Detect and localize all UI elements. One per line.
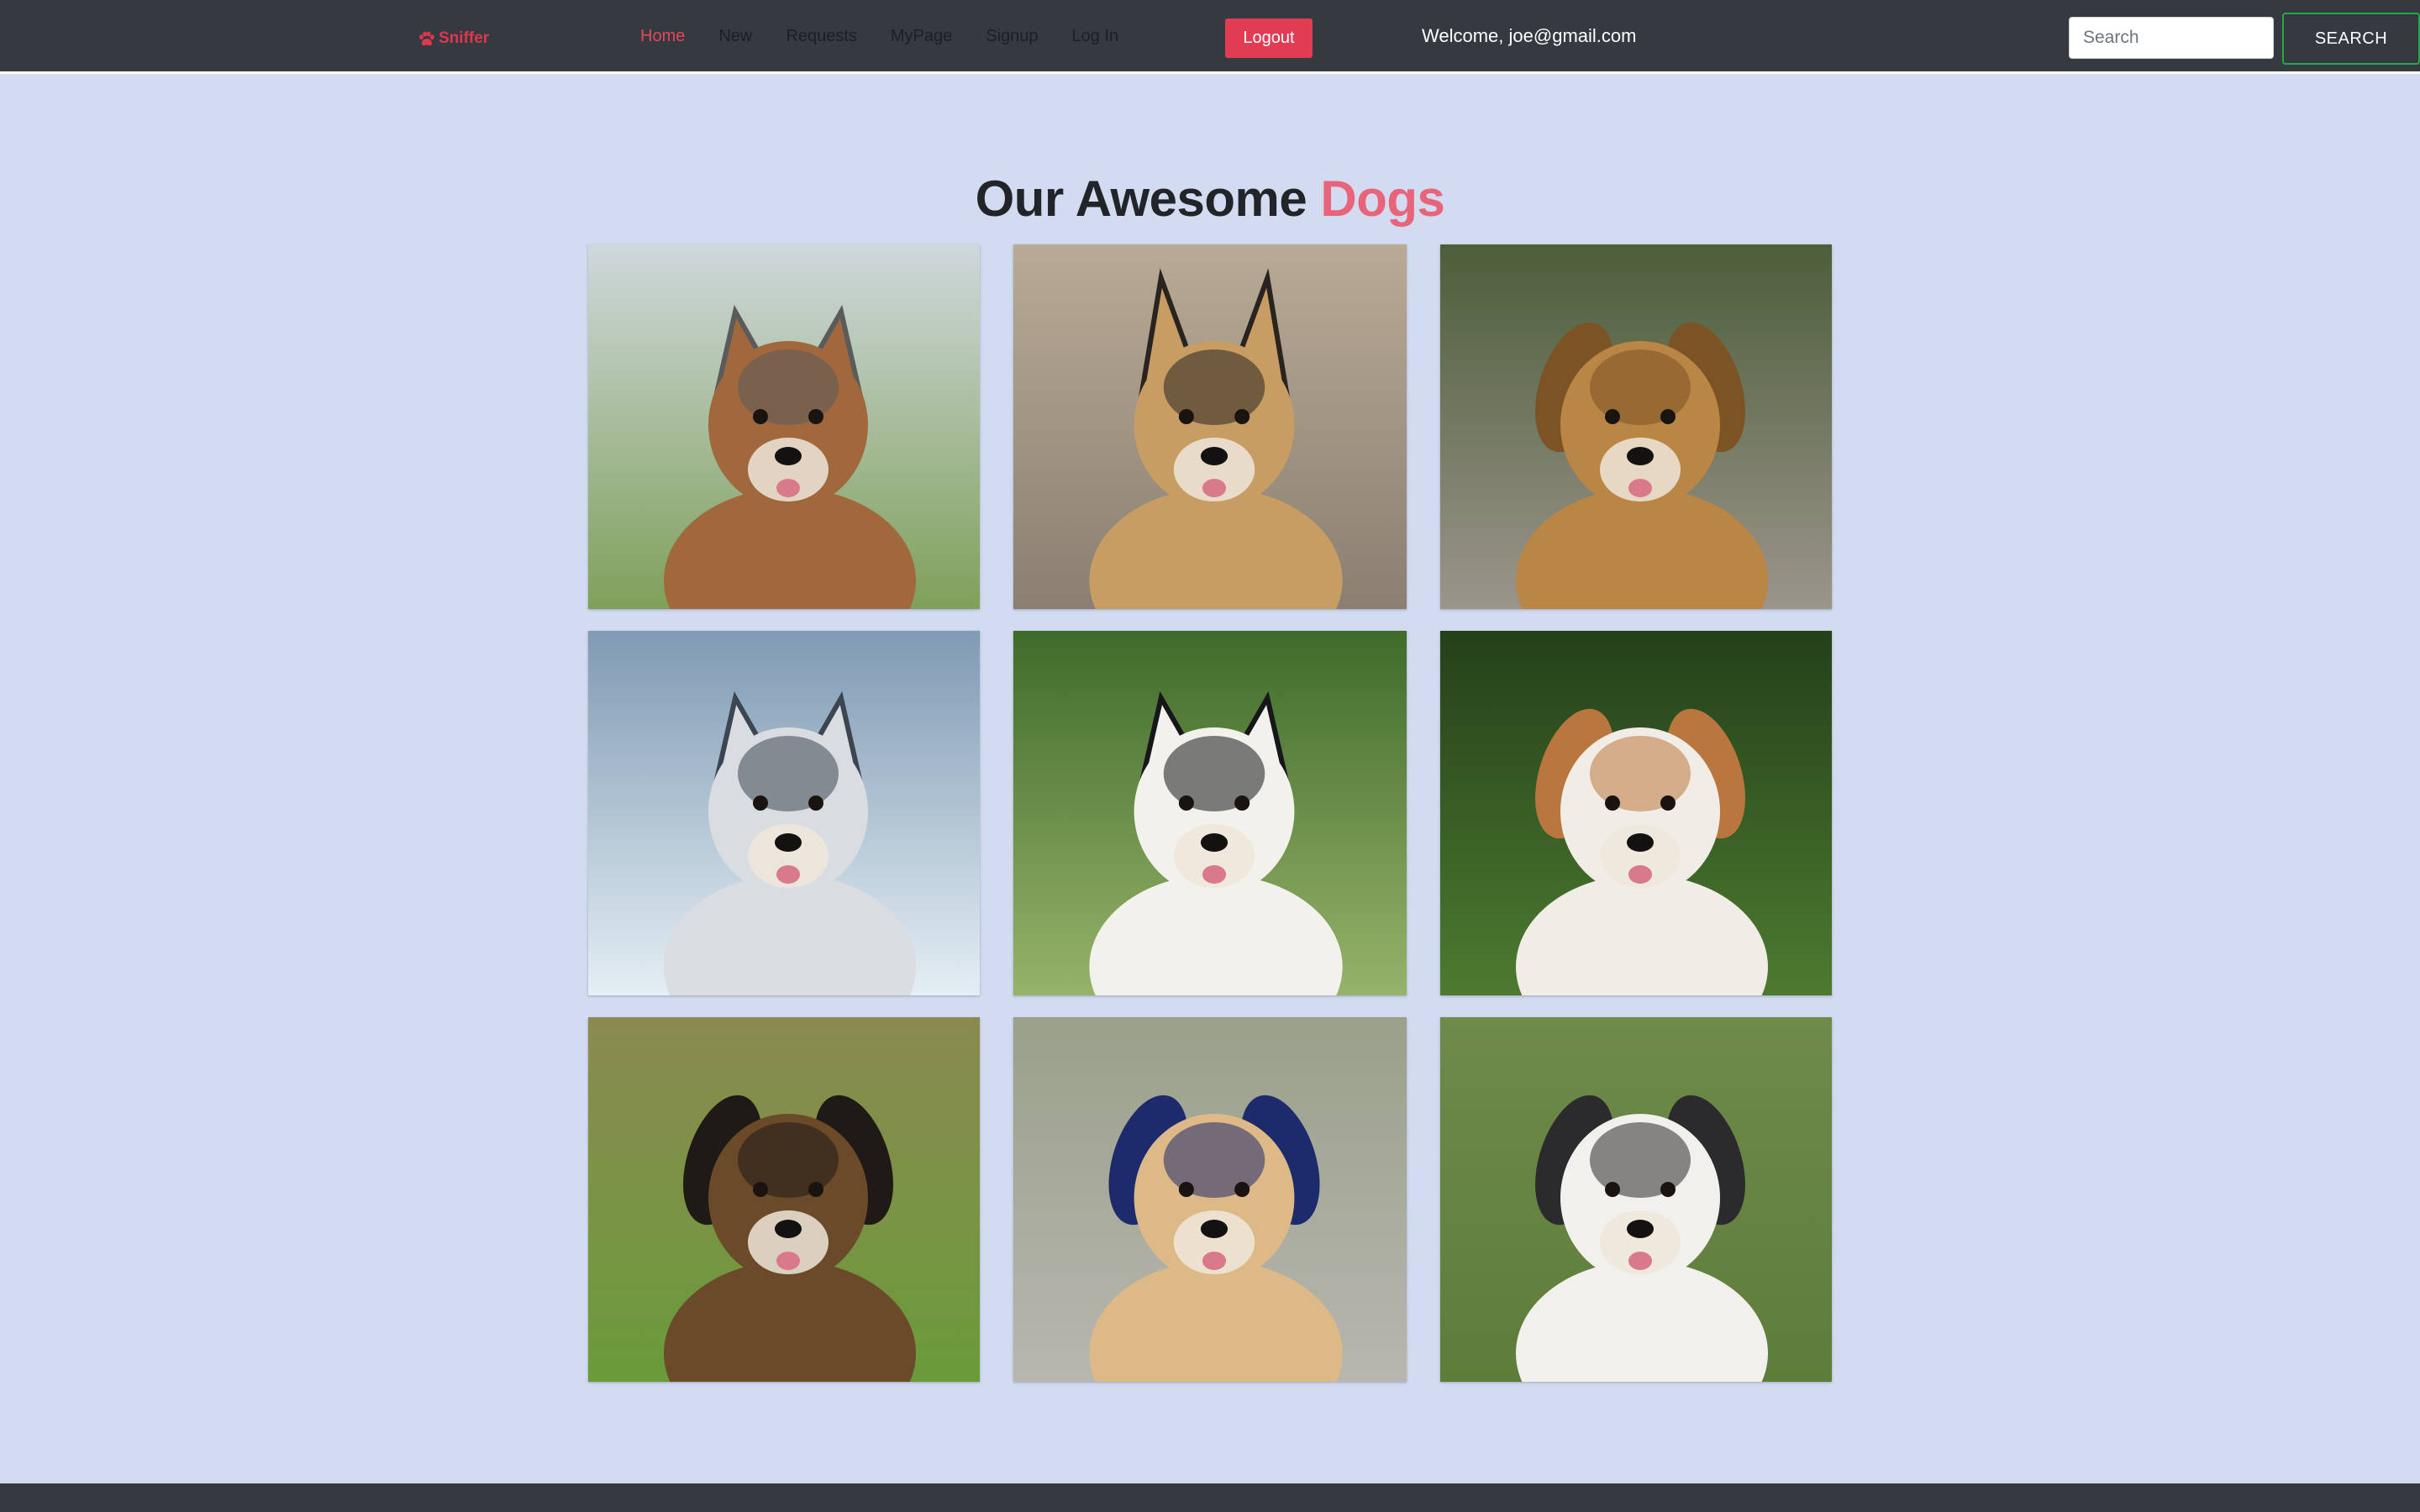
nav-links: Home New Requests MyPage Signup Log In — [623, 22, 1135, 51]
nav-link-new[interactable]: New — [702, 22, 769, 51]
australian-shepherd-photo[interactable] — [1440, 1017, 1832, 1382]
golden-retriever-puppy-photo[interactable] — [1440, 244, 1832, 609]
border-collie-photo[interactable] — [1013, 631, 1407, 995]
brand-name: Sniffer — [439, 29, 490, 47]
dog-gallery — [588, 244, 1832, 1382]
nav-link-home[interactable]: Home — [623, 22, 702, 51]
page-title-main: Our Awesome — [975, 171, 1307, 228]
nav-link-requests[interactable]: Requests — [769, 22, 874, 51]
nav-link-mypage[interactable]: MyPage — [874, 22, 969, 51]
page-title-accent: Dogs — [1320, 171, 1445, 228]
yorkshire-terrier-photo[interactable] — [588, 244, 980, 609]
footer — [0, 1483, 2420, 1512]
golden-retriever-puppy-collar-photo[interactable] — [1013, 1017, 1407, 1382]
jack-russell-puppy-photo[interactable] — [1440, 631, 1832, 995]
nav-link-login[interactable]: Log In — [1055, 22, 1136, 51]
paw-icon — [419, 31, 434, 46]
search-input[interactable] — [2069, 17, 2274, 59]
welcome-text: Welcome, joe@gmail.com — [1422, 25, 1637, 46]
page-title: Our Awesome Dogs — [0, 170, 2420, 228]
nav-link-signup[interactable]: Signup — [969, 22, 1055, 51]
german-shepherd-puppy-photo[interactable] — [1013, 244, 1407, 609]
mixed-breed-dog-photo[interactable] — [588, 1017, 980, 1382]
logout-button[interactable]: Logout — [1225, 18, 1313, 58]
search-button[interactable]: SEARCH — [2282, 13, 2420, 65]
brand-logo[interactable]: Sniffer — [417, 25, 489, 52]
navbar: Sniffer Home New Requests MyPage Signup … — [0, 0, 2420, 74]
siberian-husky-photo[interactable] — [588, 631, 980, 995]
